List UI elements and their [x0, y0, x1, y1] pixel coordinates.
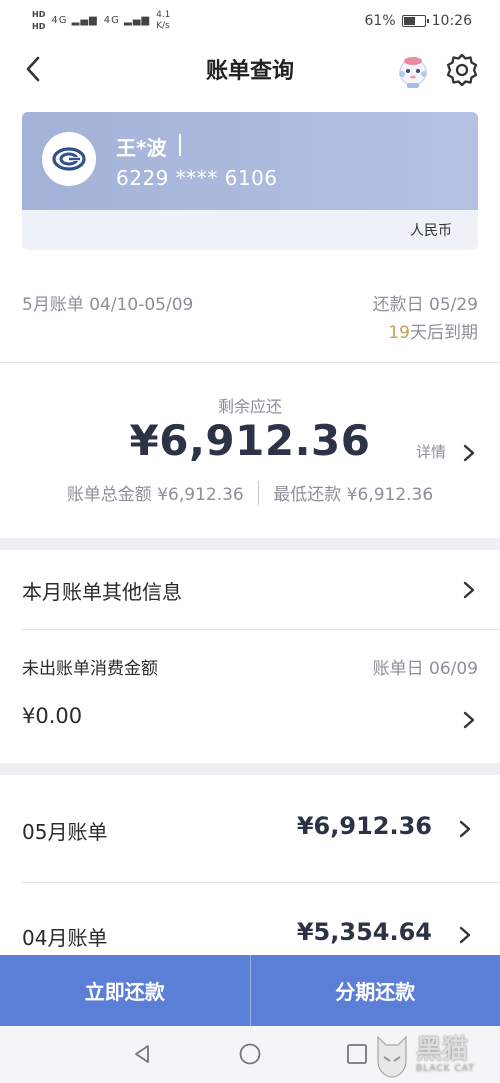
- detail-link[interactable]: 详情: [416, 441, 446, 462]
- clock: 10:26: [431, 13, 472, 29]
- due-date: 还款日 05/29: [372, 295, 478, 315]
- nav-bar: 账单查询: [0, 42, 500, 96]
- status-bar: HD HD 4G ▂▄▆ 4G ▂▄▆ 4.1 K/s 61% 10:26: [0, 0, 500, 42]
- statement-date: 账单日 06/09: [372, 659, 478, 679]
- signal-icon-2: 4G ▂▄▆: [103, 15, 151, 26]
- divider: [0, 362, 500, 363]
- gear-icon[interactable]: [444, 52, 480, 88]
- battery-icon: [401, 15, 429, 27]
- network-speed-value: 4.1: [156, 10, 171, 20]
- hd-label-1: HD: [32, 10, 46, 19]
- remaining-label: 剩余应还: [217, 397, 282, 416]
- chevron-right-icon[interactable]: [462, 443, 476, 463]
- minimum-payment-label: 最低还款 ¥6,912.36: [273, 485, 434, 505]
- chevron-right-icon: [463, 581, 475, 599]
- watermark: 黑猫 BLACK CAT: [372, 1026, 500, 1083]
- action-bar: 立即还款 分期还款: [0, 955, 500, 1026]
- signal-label-2: 4G: [103, 15, 120, 26]
- repay-now-button[interactable]: 立即还款: [0, 955, 250, 1026]
- other-info-label: 本月账单其他信息: [22, 580, 182, 604]
- bill-month-label: 04月账单: [22, 926, 108, 950]
- network-speed: 4.1 K/s: [156, 10, 170, 32]
- bank-card[interactable]: 王*波 6229 **** 6106 人民币: [22, 112, 478, 250]
- bank-logo-icon: [42, 132, 96, 186]
- status-left: HD HD 4G ▂▄▆ 4G ▂▄▆ 4.1 K/s: [32, 10, 170, 32]
- mascot-icon[interactable]: [394, 52, 432, 90]
- network-speed-unit: K/s: [156, 21, 170, 31]
- page-title: 账单查询: [205, 59, 294, 84]
- bill-amount: ¥6,912.36: [296, 812, 432, 840]
- cat-logo-icon: [377, 1035, 407, 1078]
- bill-amount: ¥5,354.64: [296, 918, 432, 946]
- battery-fill: [403, 17, 416, 25]
- home-circle-icon[interactable]: [238, 1042, 262, 1066]
- card-holder-name: 王*波: [116, 136, 167, 160]
- watermark-text: 黑猫 BLACK CAT: [416, 1036, 475, 1074]
- bill-month-label: 05月账单: [22, 820, 108, 844]
- chevron-left-icon: [26, 56, 40, 82]
- hd-indicator: HD HD: [32, 10, 45, 32]
- status-right: 61% 10:26: [365, 13, 472, 29]
- due-countdown: 19天后到期: [388, 318, 478, 343]
- bill-period: 5月账单 04/10-05/09: [22, 295, 194, 315]
- signal-label-1: 4G: [51, 15, 68, 26]
- watermark-en: BLACK CAT: [416, 1063, 475, 1074]
- totals-separator: [257, 480, 260, 505]
- other-info-row[interactable]: 本月账单其他信息: [0, 550, 500, 629]
- due-days-suffix: 天后到期: [410, 323, 478, 343]
- chevron-right-icon[interactable]: [462, 710, 476, 730]
- watermark-cn: 黑猫: [416, 1034, 469, 1065]
- unbilled-amount: ¥0.00: [22, 704, 83, 728]
- bill-totals: 账单总金额 ¥6,912.36 最低还款 ¥6,912.36: [0, 480, 500, 505]
- unbilled-row[interactable]: [0, 630, 500, 763]
- due-days-count: 19: [388, 323, 410, 343]
- total-amount-label: 账单总金额 ¥6,912.36: [66, 485, 244, 505]
- signal-icon-1: 4G ▂▄▆: [51, 15, 98, 26]
- bank-card-header: 王*波 6229 **** 6106: [22, 112, 478, 210]
- back-button[interactable]: [18, 54, 48, 84]
- unbilled-label: 未出账单消费金额: [22, 659, 158, 679]
- back-triangle-icon[interactable]: [130, 1042, 154, 1066]
- chevron-right-icon: [459, 926, 471, 944]
- recent-apps-icon[interactable]: [346, 1043, 368, 1065]
- chevron-right-icon: [459, 820, 471, 838]
- bank-logo-mark: [52, 147, 86, 171]
- hd-label-2: HD: [32, 22, 46, 31]
- installment-button[interactable]: 分期还款: [249, 955, 500, 1026]
- section-divider: [0, 763, 500, 775]
- battery-percent: 61%: [364, 13, 396, 29]
- section-divider: [0, 538, 500, 550]
- text-cursor: [179, 134, 181, 156]
- card-number: 6229 **** 6106: [116, 166, 278, 190]
- card-currency: 人民币: [410, 223, 452, 239]
